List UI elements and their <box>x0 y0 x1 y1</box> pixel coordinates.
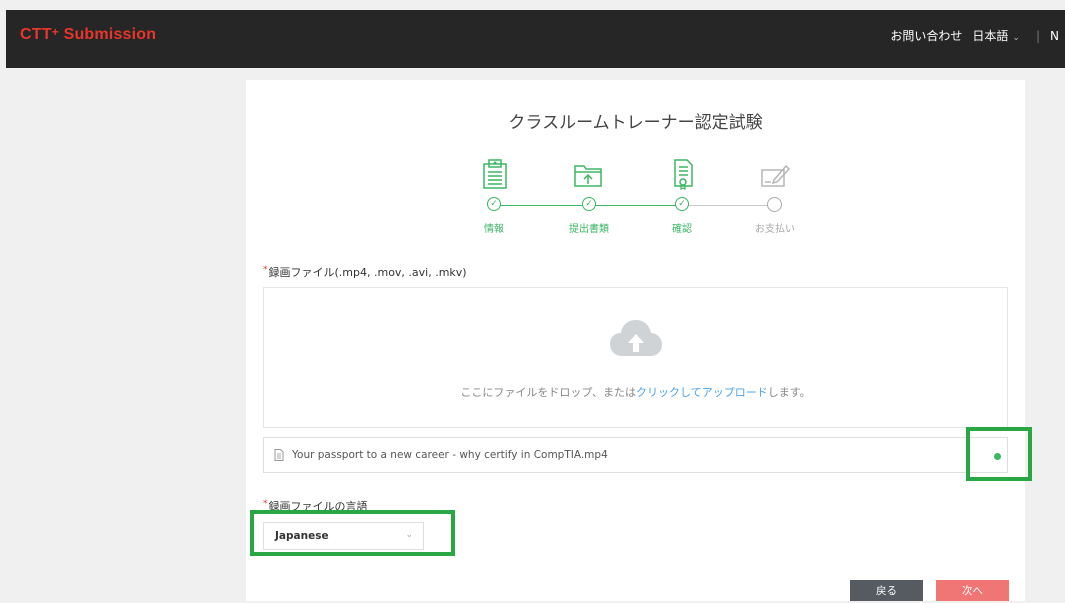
brand-main: CTT <box>20 26 52 43</box>
folder-upload-icon <box>574 165 602 187</box>
required-mark: * <box>263 265 268 275</box>
contact-link[interactable]: お問い合わせ <box>890 27 962 44</box>
step-label-payment: お支払い <box>755 224 795 235</box>
step-3-check-icon: ✓ <box>675 197 689 211</box>
language-label: 日本語 <box>972 29 1009 43</box>
step-label-confirm: 確認 <box>672 224 692 235</box>
step-label-info: 情報 <box>484 224 504 235</box>
required-mark: * <box>263 499 268 509</box>
file-dropzone[interactable]: ここにファイルをドロップ、またはクリックしてアップロードします。 <box>263 287 1008 428</box>
step-4-pending-icon <box>767 197 782 212</box>
next-button[interactable]: 次へ <box>936 580 1009 601</box>
header-nav: お問い合わせ 日本語 ⌄ | N <box>890 27 1065 44</box>
brand-suffix: Submission <box>58 26 157 43</box>
back-button[interactable]: 戻る <box>850 580 923 601</box>
certificate-icon <box>483 159 507 189</box>
dropzone-instructions: ここにファイルをドロップ、またはクリックしてアップロードします。 <box>264 384 1007 400</box>
document-icon <box>274 449 284 461</box>
user-menu[interactable]: N <box>1050 29 1059 43</box>
brand-plus: + <box>51 25 59 39</box>
brand-logo[interactable]: CTT+ Submission <box>20 25 156 44</box>
video-file-label-text: 録画ファイル(.mp4, .mov, .avi, .mkv) <box>268 266 467 279</box>
video-file-label: *録画ファイル(.mp4, .mov, .avi, .mkv) <box>263 264 467 280</box>
uploaded-file-item[interactable]: Your passport to a new career - why cert… <box>263 437 1008 473</box>
page-title: クラスルームトレーナー認定試験 <box>508 113 763 133</box>
step-2-check-icon: ✓ <box>582 197 596 211</box>
progress-line-pending <box>680 205 770 206</box>
language-select-highlight <box>250 510 455 556</box>
drop-text-after: します。 <box>767 386 811 399</box>
top-navigation-bar: CTT+ Submission お問い合わせ 日本語 ⌄ | N <box>6 10 1065 68</box>
upload-status-highlight <box>966 427 1032 481</box>
step-label-documents: 提出書類 <box>569 224 609 235</box>
uploaded-file-name: Your passport to a new career - why cert… <box>292 449 608 461</box>
click-to-upload-link[interactable]: クリックしてアップロード <box>636 386 768 399</box>
language-selector[interactable]: 日本語 ⌄ <box>972 27 1020 44</box>
document-check-icon <box>674 159 693 190</box>
drop-text-before: ここにファイルをドロップ、または <box>460 386 637 399</box>
chevron-down-icon: ⌄ <box>1012 33 1020 43</box>
nav-divider: | <box>1035 28 1041 43</box>
sign-document-icon <box>761 164 790 187</box>
cloud-upload-icon <box>610 320 662 356</box>
step-1-check-icon: ✓ <box>487 197 501 211</box>
